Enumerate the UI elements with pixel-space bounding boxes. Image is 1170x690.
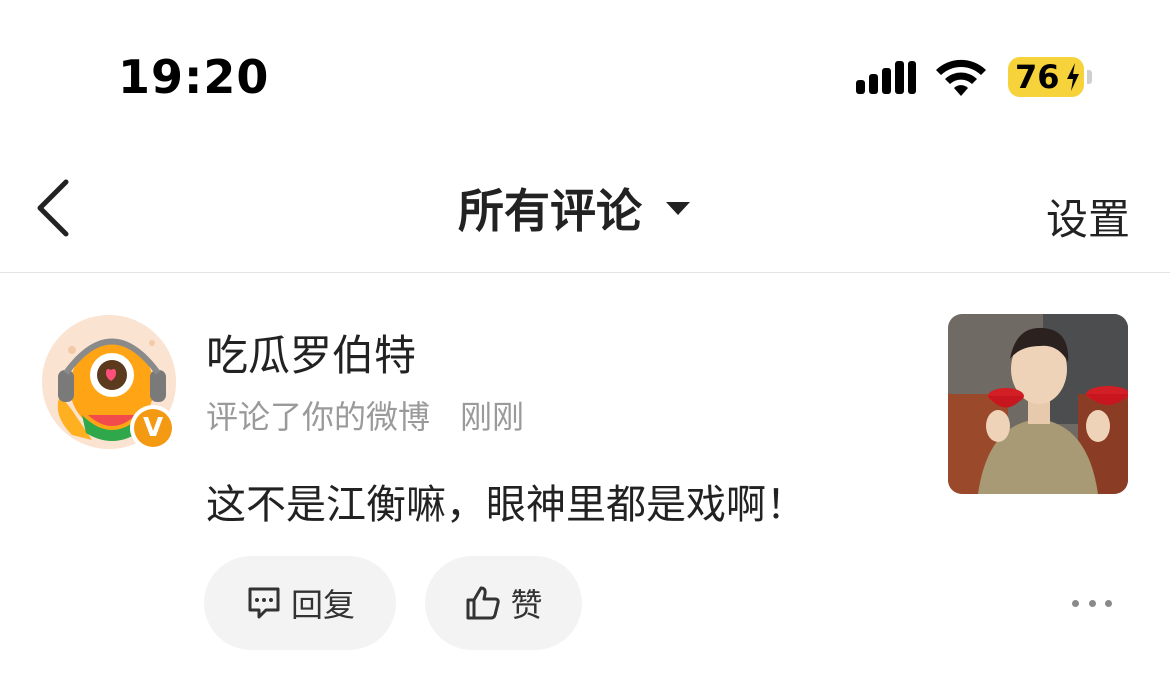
- comment-text[interactable]: 这不是江衡嘛，眼神里都是戏啊！: [206, 472, 806, 530]
- dot: [1088, 599, 1096, 607]
- wifi-icon: [936, 59, 986, 96]
- battery-level: 76: [1015, 58, 1060, 96]
- verified-badge-label: V: [134, 409, 172, 447]
- reply-button[interactable]: 回复: [204, 556, 396, 650]
- dot: [1105, 599, 1112, 607]
- status-time: 19:20: [118, 50, 270, 104]
- caret-down-icon: [666, 201, 690, 215]
- battery-charging-icon: 76: [1008, 57, 1092, 97]
- comment-time: 刚刚: [460, 398, 525, 436]
- bolt-icon: [1067, 63, 1079, 91]
- like-button[interactable]: 赞: [425, 556, 582, 650]
- comment-filter-dropdown[interactable]: 所有评论: [458, 178, 690, 238]
- nav-divider: [0, 272, 1170, 273]
- reply-label: 回复: [290, 586, 355, 624]
- like-label: 赞: [510, 586, 543, 624]
- cellular-signal-icon: [856, 61, 916, 94]
- comment-bubble-icon: [248, 587, 280, 619]
- battery-tip: [1087, 70, 1092, 84]
- settings-button[interactable]: 设置: [1046, 186, 1130, 247]
- post-photo-image: [948, 314, 1128, 494]
- thumbs-up-icon: [466, 586, 501, 620]
- more-dots-icon[interactable]: [1072, 592, 1112, 614]
- comment-meta: 评论了你的微博 刚刚: [206, 392, 524, 438]
- post-thumbnail[interactable]: [948, 314, 1128, 494]
- dot: [1072, 599, 1079, 607]
- chevron-left-icon[interactable]: [30, 176, 76, 240]
- comment-action: 评论了你的微博: [206, 398, 431, 436]
- page-title: 所有评论: [458, 184, 642, 238]
- comment-username[interactable]: 吃瓜罗伯特: [206, 322, 416, 383]
- verified-badge-icon: V: [130, 405, 176, 451]
